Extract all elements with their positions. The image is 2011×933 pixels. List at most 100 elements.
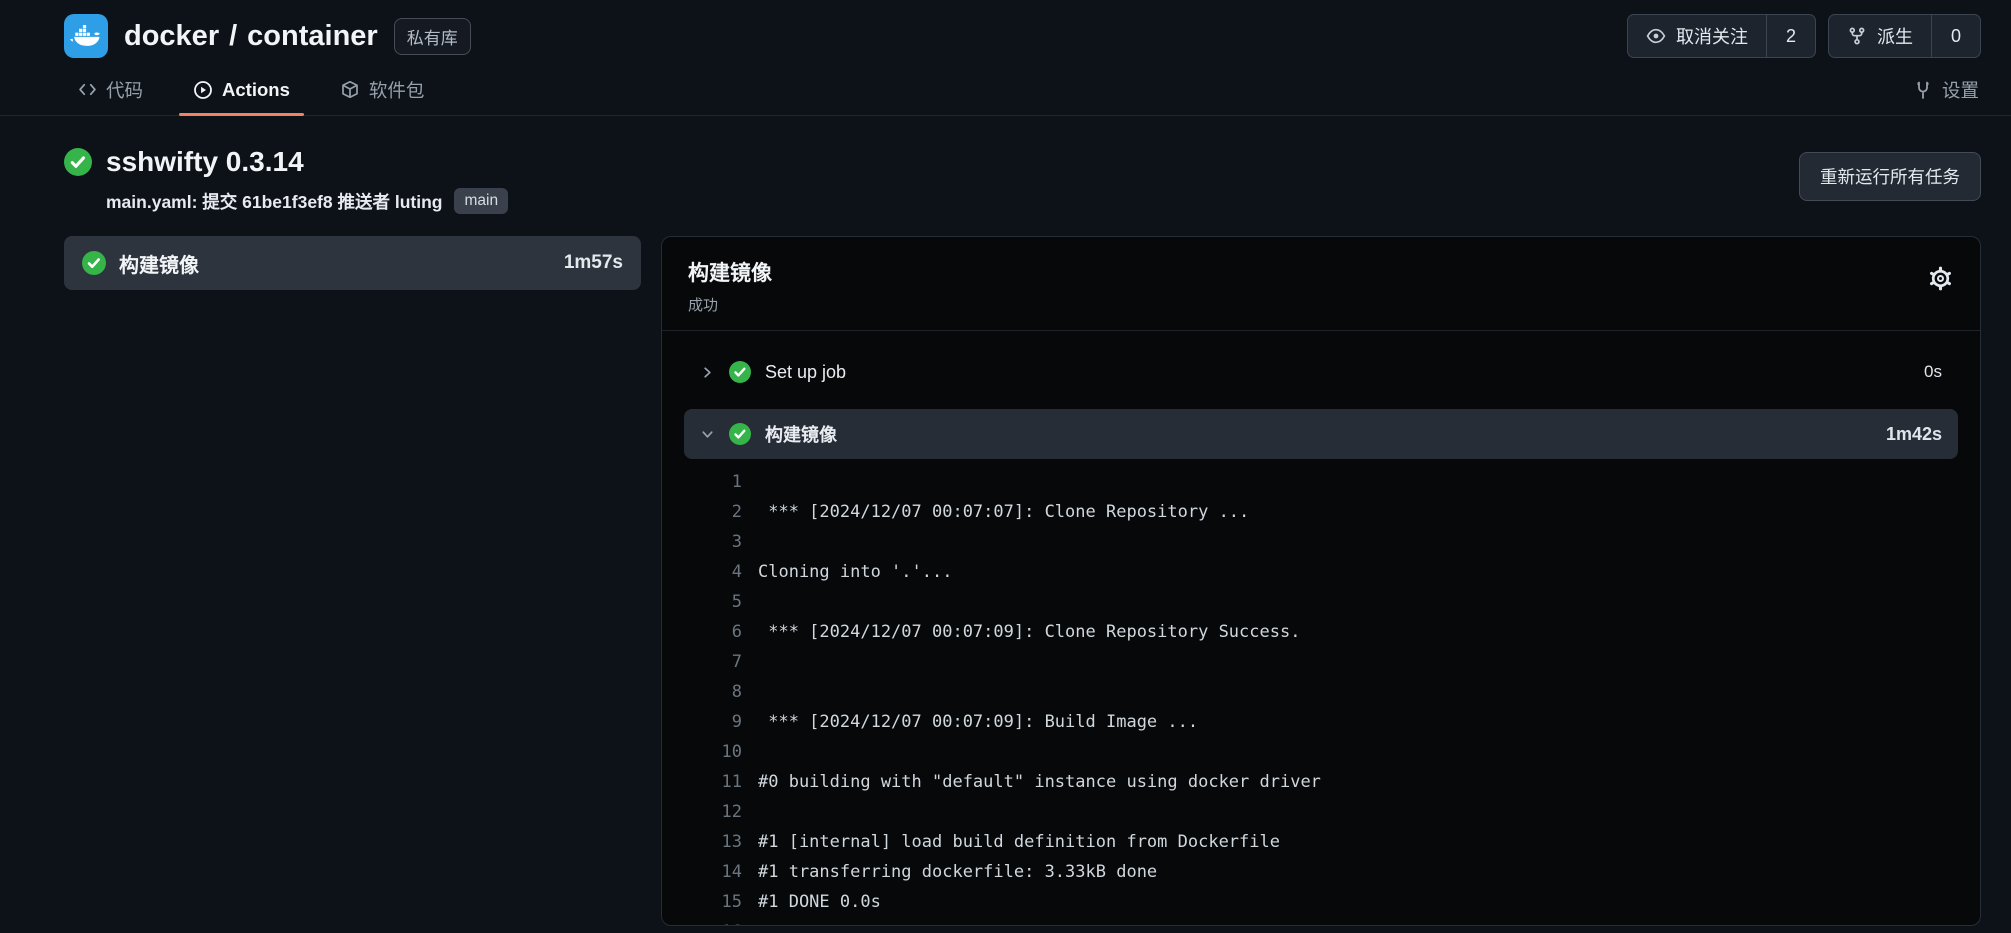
log-line[interactable]: 8	[684, 677, 1980, 707]
log-line-number: 10	[684, 737, 742, 767]
log-line[interactable]: 4 Cloning into '.'...	[684, 557, 1980, 587]
forks-count[interactable]: 0	[1931, 15, 1980, 57]
tab-actions[interactable]: Actions	[179, 64, 304, 115]
log-output: 12 *** [2024/12/07 00:07:07]: Clone Repo…	[662, 459, 1980, 926]
log-line[interactable]: 13 #1 [internal] load build definition fr…	[684, 827, 1980, 857]
repo-avatar[interactable]	[64, 14, 108, 58]
log-line[interactable]: 14 #1 transferring dockerfile: 3.33kB don…	[684, 857, 1980, 887]
package-icon	[340, 80, 360, 100]
log-line-text: #1 transferring dockerfile: 3.33kB done	[758, 857, 1157, 887]
log-line-text: *** [2024/12/07 00:07:07]: Clone Reposit…	[758, 497, 1249, 527]
branch-badge[interactable]: main	[454, 188, 508, 214]
repo-separator: /	[229, 20, 237, 53]
repo-name-link[interactable]: container	[247, 20, 378, 53]
log-line-number: 3	[684, 527, 742, 557]
log-line-text: Cloning into '.'...	[758, 557, 952, 587]
log-line[interactable]: 9 *** [2024/12/07 00:07:09]: Build Image…	[684, 707, 1980, 737]
fork-button-main[interactable]: 派生	[1829, 15, 1931, 57]
run-main: 构建镜像 1m57s 构建镜像 成功	[0, 214, 2011, 926]
log-line[interactable]: 15 #1 DONE 0.0s	[684, 887, 1980, 917]
watchers-count[interactable]: 2	[1766, 15, 1815, 57]
actions-run-page: docker / container 私有库 取消关注 2	[0, 0, 2011, 933]
job-panel-title: 构建镜像	[688, 257, 772, 287]
job-duration: 1m57s	[564, 252, 623, 274]
tools-icon	[1913, 80, 1933, 100]
log-line[interactable]: 1	[684, 467, 1980, 497]
check-circle-icon	[729, 423, 751, 445]
job-panel-header: 构建镜像 成功	[662, 237, 1980, 331]
log-line[interactable]: 2 *** [2024/12/07 00:07:07]: Clone Repos…	[684, 497, 1980, 527]
log-line-number: 4	[684, 557, 742, 587]
tab-packages[interactable]: 软件包	[326, 64, 439, 115]
check-circle-icon	[82, 251, 106, 275]
log-line-number: 12	[684, 797, 742, 827]
log-line[interactable]: 3	[684, 527, 1980, 557]
gear-icon[interactable]	[1927, 265, 1954, 292]
tab-packages-label: 软件包	[369, 77, 425, 103]
eye-icon	[1646, 26, 1666, 46]
rerun-all-jobs-button[interactable]: 重新运行所有任务	[1799, 152, 1981, 201]
job-list-item[interactable]: 构建镜像 1m57s	[64, 236, 641, 290]
log-line-text: *** [2024/12/07 00:07:09]: Clone Reposit…	[758, 617, 1300, 647]
step-row-setup-job[interactable]: Set up job 0s	[684, 347, 1958, 397]
log-line-number: 7	[684, 647, 742, 677]
repo-action-buttons: 取消关注 2 派生 0	[1627, 14, 1981, 58]
repo-header: docker / container 私有库 取消关注 2	[0, 0, 2011, 62]
unwatch-label: 取消关注	[1676, 23, 1748, 49]
log-line-number: 11	[684, 767, 742, 797]
job-panel-titles: 构建镜像 成功	[688, 257, 772, 315]
unwatch-button-main[interactable]: 取消关注	[1628, 15, 1766, 57]
job-name: 构建镜像	[119, 249, 199, 278]
tab-code-label: 代码	[106, 77, 143, 103]
log-line[interactable]: 5	[684, 587, 1980, 617]
log-line-number: 8	[684, 677, 742, 707]
log-line-number: 16	[684, 917, 742, 926]
log-line[interactable]: 7	[684, 647, 1980, 677]
step-list: Set up job 0s 构建镜像 1m42s	[662, 331, 1980, 459]
job-log-panel: 构建镜像 成功 Set up job 0s	[661, 236, 1981, 926]
repo-title: docker / container	[124, 20, 378, 53]
fork-icon	[1847, 26, 1867, 46]
fork-button[interactable]: 派生 0	[1828, 14, 1981, 58]
log-line-text: #1 DONE 0.0s	[758, 887, 881, 917]
repo-tab-bar: 代码 Actions 软件包 设置	[0, 64, 2011, 116]
play-circle-icon	[193, 80, 213, 100]
log-line[interactable]: 6 *** [2024/12/07 00:07:09]: Clone Repos…	[684, 617, 1980, 647]
code-icon	[78, 80, 97, 99]
run-title-row: sshwifty 0.3.14	[64, 146, 508, 178]
log-line[interactable]: 12	[684, 797, 1980, 827]
commit-summary[interactable]: main.yaml: 提交 61be1f3ef8 推送者 luting	[106, 189, 442, 214]
docker-logo-icon	[69, 19, 103, 53]
log-line-number: 6	[684, 617, 742, 647]
log-line-number: 9	[684, 707, 742, 737]
fork-label: 派生	[1877, 23, 1913, 49]
log-line-number: 5	[684, 587, 742, 617]
repo-owner-link[interactable]: docker	[124, 20, 219, 53]
tab-code[interactable]: 代码	[64, 64, 157, 115]
log-line[interactable]: 16	[684, 917, 1980, 926]
tab-actions-label: Actions	[222, 79, 290, 101]
step-duration: 1m42s	[1886, 424, 1942, 445]
unwatch-button[interactable]: 取消关注 2	[1627, 14, 1816, 58]
check-circle-icon	[64, 148, 92, 176]
log-line-number: 13	[684, 827, 742, 857]
chevron-down-icon	[700, 427, 715, 442]
step-name: Set up job	[765, 362, 846, 383]
run-header: sshwifty 0.3.14 main.yaml: 提交 61be1f3ef8…	[0, 116, 2011, 214]
step-row-build-image[interactable]: 构建镜像 1m42s	[684, 409, 1958, 459]
private-repo-badge: 私有库	[394, 18, 471, 55]
run-commit-row: main.yaml: 提交 61be1f3ef8 推送者 luting main	[106, 188, 508, 214]
log-line-text: #0 building with "default" instance usin…	[758, 767, 1321, 797]
log-line[interactable]: 10	[684, 737, 1980, 767]
check-circle-icon	[729, 361, 751, 383]
run-header-left: sshwifty 0.3.14 main.yaml: 提交 61be1f3ef8…	[64, 146, 508, 214]
log-line-number: 1	[684, 467, 742, 497]
job-list: 构建镜像 1m57s	[64, 236, 641, 290]
log-line-number: 15	[684, 887, 742, 917]
tab-settings[interactable]: 设置	[1899, 64, 1981, 115]
log-line-text: #1 [internal] load build definition from…	[758, 827, 1280, 857]
chevron-right-icon	[700, 365, 715, 380]
tab-settings-label: 设置	[1942, 77, 1979, 103]
log-line-number: 14	[684, 857, 742, 887]
log-line[interactable]: 11 #0 building with "default" instance us…	[684, 767, 1980, 797]
